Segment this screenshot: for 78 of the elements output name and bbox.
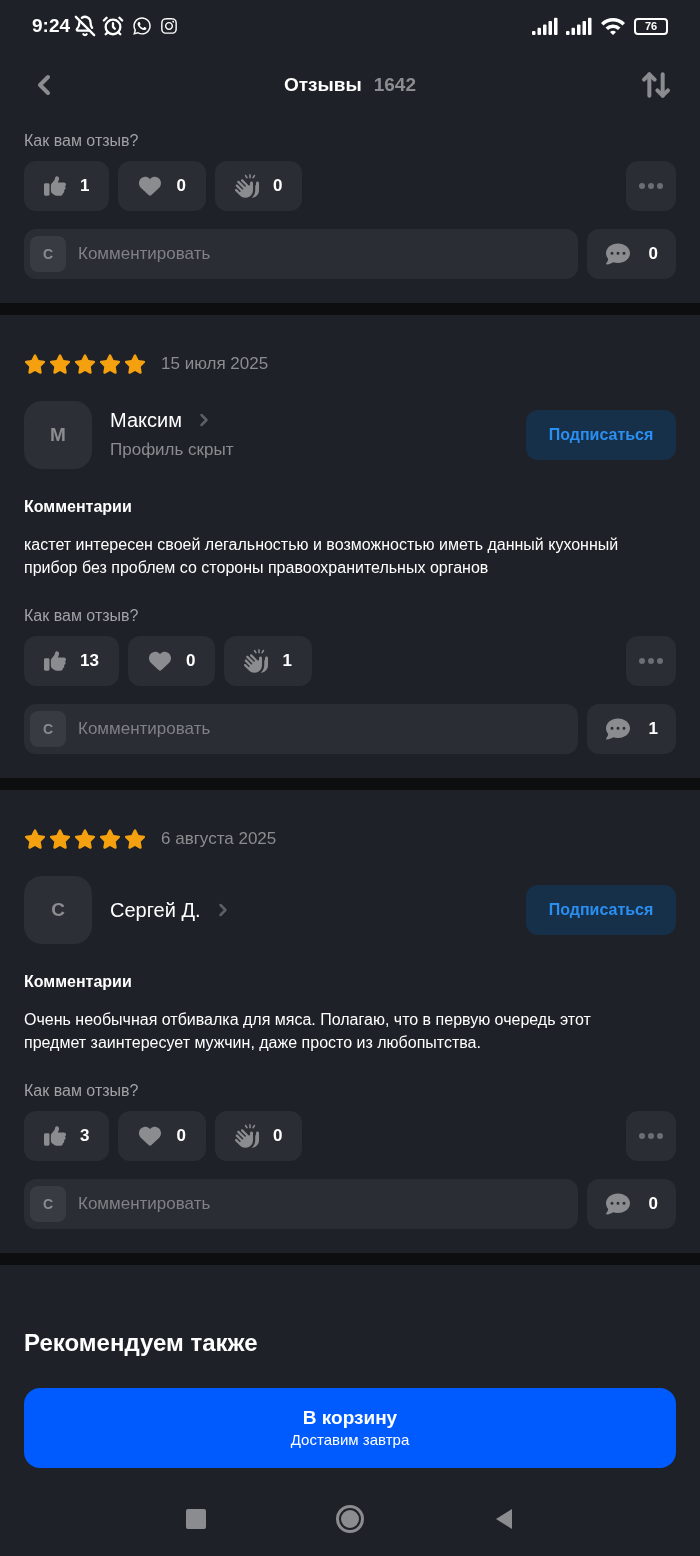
- star-icon: [49, 828, 71, 850]
- chat-app-icon: [132, 16, 153, 36]
- reaction-button[interactable]: 0: [214, 1111, 303, 1161]
- page-title: Отзывы: [284, 72, 362, 97]
- heart-icon: [138, 175, 163, 197]
- camera-app-icon: [160, 17, 179, 35]
- star-icon: [24, 353, 46, 375]
- more-icon: [639, 183, 663, 189]
- heart-icon: [147, 650, 172, 672]
- star-icon: [124, 828, 146, 850]
- back-nav-button[interactable]: [494, 1508, 514, 1530]
- bell-off-icon: [74, 15, 97, 37]
- clapping-hands-icon: [234, 1124, 259, 1148]
- comment-input[interactable]: Комментировать: [78, 241, 572, 267]
- alarm-icon: [102, 15, 125, 37]
- signal-icon: [532, 17, 558, 35]
- subscribe-button[interactable]: Подписаться: [526, 410, 676, 460]
- star-icon: [124, 353, 146, 375]
- clapping-hands-icon: [234, 174, 259, 198]
- review-date: 15 июля 2025: [161, 353, 269, 376]
- more-icon: [639, 658, 663, 664]
- commenter-avatar: С: [30, 236, 66, 272]
- more-icon: [639, 1133, 663, 1139]
- home-button[interactable]: [336, 1505, 364, 1533]
- user-name[interactable]: Максим: [110, 407, 182, 434]
- commenter-avatar: С: [30, 711, 66, 747]
- sort-button[interactable]: [640, 69, 672, 101]
- heart-icon: [138, 1125, 163, 1147]
- user-avatar[interactable]: С: [24, 876, 92, 944]
- subscribe-button[interactable]: Подписаться: [526, 885, 676, 935]
- reviews-count: 1642: [373, 72, 416, 97]
- star-icon: [74, 828, 96, 850]
- user-avatar[interactable]: М: [24, 401, 92, 469]
- reaction-button[interactable]: 0: [127, 636, 216, 686]
- comment-icon: [604, 242, 631, 266]
- reaction-button[interactable]: 1: [24, 161, 110, 211]
- thumbs-up-icon: [44, 650, 66, 672]
- add-to-cart-button[interactable]: В корзину Доставим завтра: [24, 1388, 676, 1468]
- comments-count-button[interactable]: 0: [586, 229, 676, 279]
- signal-icon: [566, 17, 592, 35]
- reaction-button[interactable]: 0: [118, 1111, 206, 1161]
- more-button[interactable]: [626, 636, 676, 686]
- star-icon: [49, 353, 71, 375]
- reaction-button[interactable]: 0: [214, 161, 303, 211]
- profile-status: Профиль скрыт: [110, 439, 235, 462]
- reaction-button[interactable]: 1: [224, 636, 312, 686]
- comment-icon: [604, 1192, 631, 1216]
- more-button[interactable]: [626, 161, 676, 211]
- thumbs-up-icon: [44, 1125, 66, 1147]
- user-name[interactable]: Сергей Д.: [110, 897, 201, 923]
- wifi-icon: [600, 16, 626, 36]
- comments-heading: Комментарии: [24, 497, 133, 517]
- comment-input[interactable]: Комментировать: [78, 1191, 572, 1217]
- star-icon: [99, 828, 121, 850]
- comments-count-button[interactable]: 1: [586, 704, 676, 754]
- rating-question: Как вам отзыв?: [24, 1081, 140, 1101]
- review-text: Очень необычная отбивалка для мяса. Полагаю, что в первую очередь этот предмет заинтересует мужчин, даже просто из любопытства.: [24, 1010, 592, 1053]
- star-icon: [74, 353, 96, 375]
- star-icon: [24, 828, 46, 850]
- comments-count-button[interactable]: 0: [586, 1179, 676, 1229]
- comments-heading: Комментарии: [24, 972, 133, 992]
- reaction-button[interactable]: 0: [118, 161, 206, 211]
- reaction-button[interactable]: 3: [24, 1111, 110, 1161]
- battery-indicator: 76: [634, 17, 668, 35]
- thumbs-up-icon: [44, 175, 66, 197]
- status-time: 9:24: [32, 13, 71, 38]
- clapping-hands-icon: [244, 649, 269, 673]
- section-title: Рекомендуем также: [24, 1328, 259, 1358]
- star-icon: [99, 353, 121, 375]
- review-text: кастет интересен своей легальностью и возможностью иметь данный кухонный прибор без проблем со стороны правоохранительных органов: [24, 535, 620, 578]
- more-button[interactable]: [626, 1111, 676, 1161]
- comment-input[interactable]: Комментировать: [78, 716, 572, 742]
- commenter-avatar: С: [30, 1186, 66, 1222]
- review-date: 6 августа 2025: [161, 828, 277, 851]
- comment-icon: [604, 717, 631, 741]
- rating-question: Как вам отзыв?: [24, 131, 140, 151]
- reaction-button[interactable]: 13: [24, 636, 119, 686]
- rating-question: Как вам отзыв?: [24, 606, 140, 626]
